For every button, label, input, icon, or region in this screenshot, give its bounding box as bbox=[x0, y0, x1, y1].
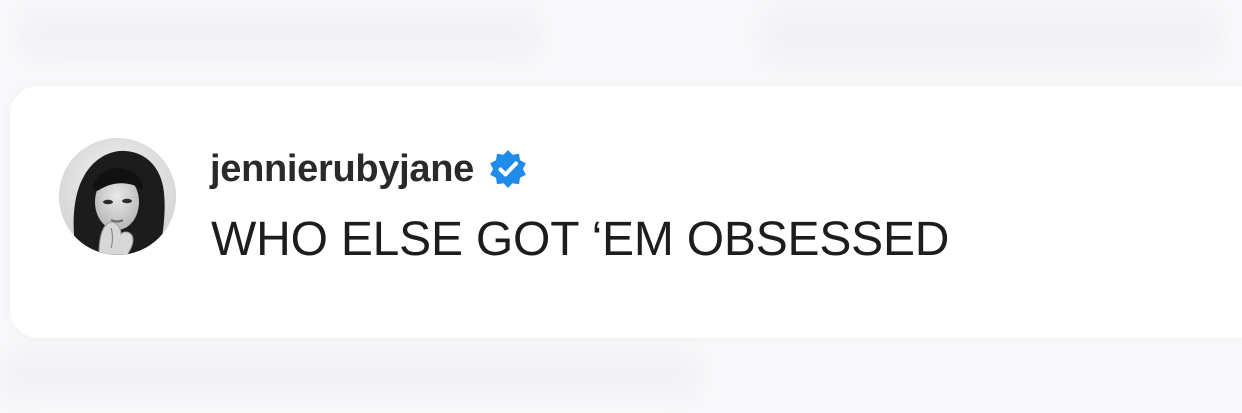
comment-text: WHO ELSE GOT ‘EM OBSESSED bbox=[211, 213, 950, 266]
avatar[interactable] bbox=[59, 138, 176, 255]
verified-badge-icon bbox=[490, 150, 526, 188]
background-blur-bottom-left bbox=[0, 350, 700, 400]
username-link[interactable]: jennierubyjane bbox=[210, 148, 474, 191]
comment-header: jennierubyjane bbox=[210, 143, 528, 195]
profile-photo-icon bbox=[59, 138, 176, 255]
background-blur-top-left bbox=[20, 8, 540, 60]
background-blur-top-right bbox=[760, 6, 1220, 66]
